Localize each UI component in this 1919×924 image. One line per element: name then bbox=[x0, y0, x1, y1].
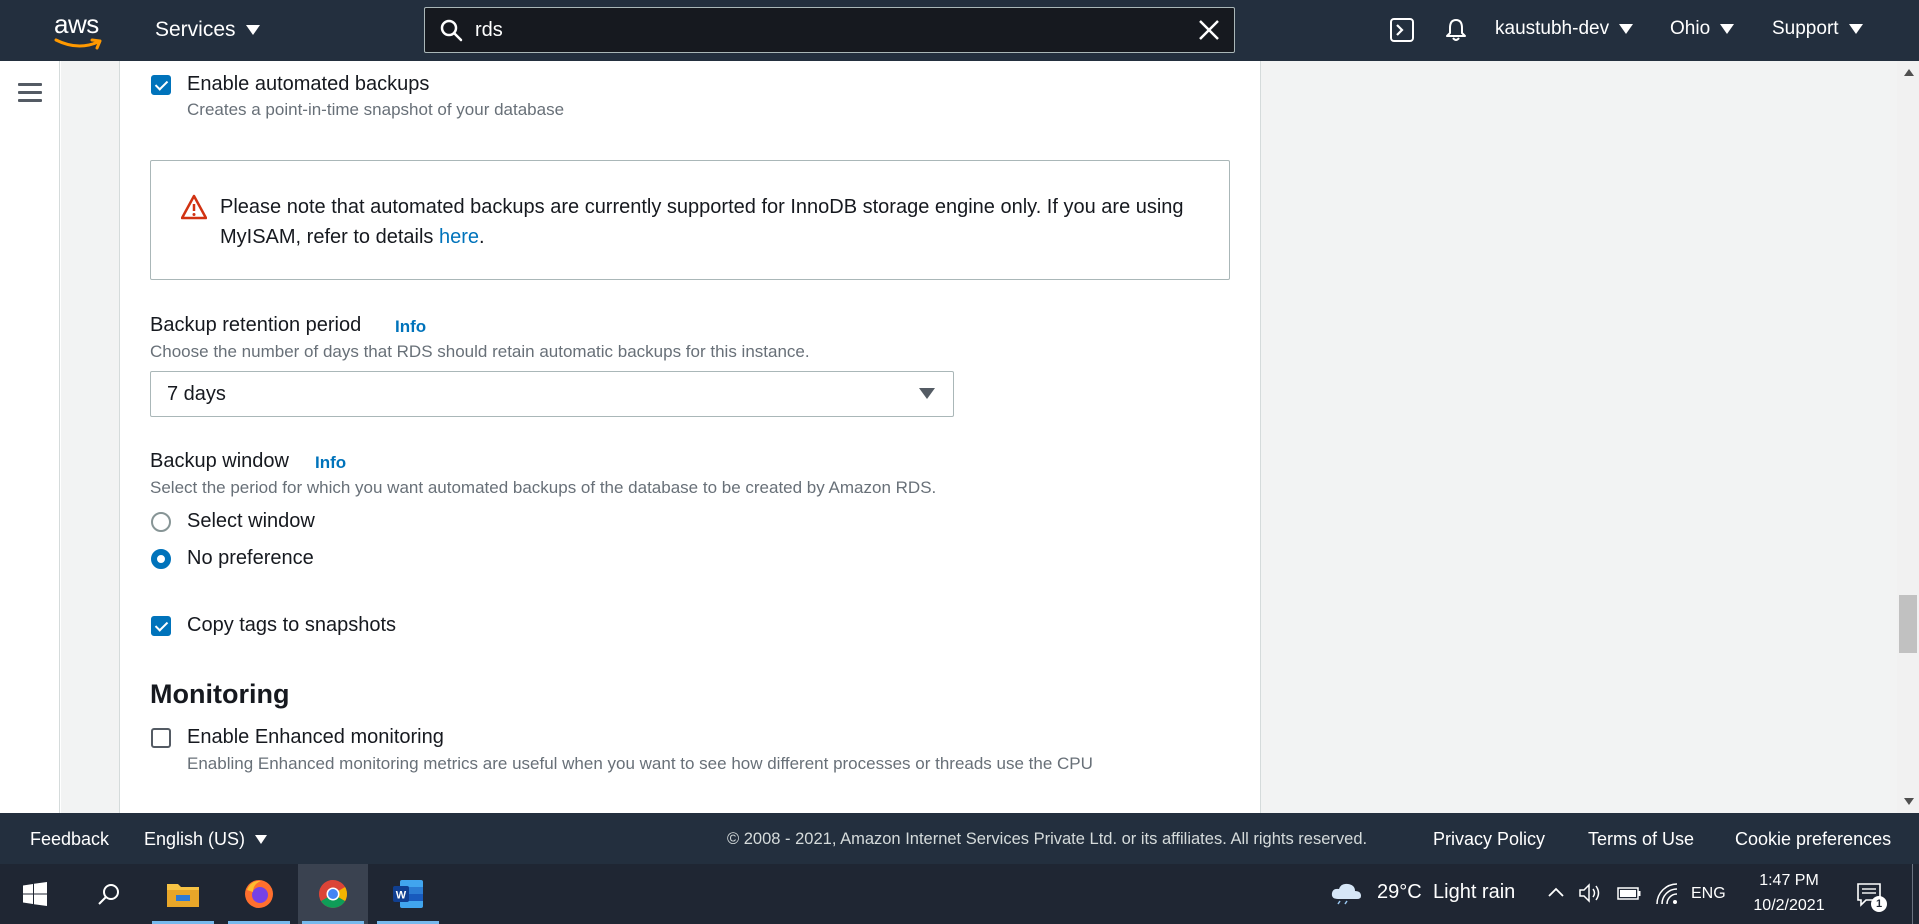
copy-tags-label: Copy tags to snapshots bbox=[187, 614, 397, 636]
support-label: Support bbox=[1772, 18, 1839, 39]
taskbar-firefox[interactable] bbox=[224, 864, 294, 924]
weather-cloud-rain-icon[interactable] bbox=[1330, 881, 1364, 905]
notification-center-button[interactable]: 1 bbox=[1856, 882, 1887, 912]
details-here-link[interactable]: here bbox=[439, 226, 479, 248]
aws-smile-icon bbox=[54, 38, 102, 50]
dropdown-caret-icon bbox=[919, 388, 935, 399]
taskbar-file-explorer[interactable] bbox=[148, 864, 218, 924]
battery-icon[interactable] bbox=[1616, 883, 1642, 903]
start-button[interactable] bbox=[0, 864, 70, 924]
firefox-icon bbox=[245, 880, 273, 908]
backup-retention-select[interactable]: 7 days bbox=[150, 371, 954, 417]
copyright-text: © 2008 - 2021, Amazon Internet Services … bbox=[727, 830, 1368, 848]
copy-tags-checkbox[interactable] bbox=[151, 616, 171, 636]
warning-text: Please note that automated backups are c… bbox=[220, 196, 1184, 248]
volume-icon[interactable] bbox=[1578, 882, 1602, 904]
innodb-warning-alert: Please note that automated backups are c… bbox=[150, 160, 1230, 280]
search-icon bbox=[440, 19, 463, 42]
warning-message: Please note that automated backups are c… bbox=[220, 192, 1210, 252]
scrollbar-thumb[interactable] bbox=[1899, 595, 1917, 653]
warning-text-end: . bbox=[479, 226, 485, 248]
services-menu[interactable]: Services bbox=[155, 18, 260, 42]
windows-logo-icon bbox=[23, 882, 47, 906]
show-desktop-divider[interactable] bbox=[1912, 864, 1913, 924]
notification-count-badge: 1 bbox=[1871, 896, 1887, 912]
caret-down-icon bbox=[245, 25, 260, 35]
backup-retention-description: Choose the number of days that RDS shoul… bbox=[150, 342, 810, 361]
search-box[interactable] bbox=[424, 7, 1235, 53]
privacy-policy-link[interactable]: Privacy Policy bbox=[1433, 829, 1545, 850]
caret-down-icon bbox=[1619, 24, 1634, 34]
enhanced-monitoring-description: Enabling Enhanced monitoring metrics are… bbox=[187, 754, 1093, 773]
left-navigation-rail bbox=[0, 61, 60, 813]
top-navigation: aws Services kaustubh-dev Ohio bbox=[0, 0, 1919, 61]
scroll-up-arrow-icon[interactable] bbox=[1904, 69, 1914, 76]
clock-time[interactable]: 1:47 PM bbox=[1754, 872, 1824, 890]
aws-logo-text: aws bbox=[54, 9, 99, 39]
account-menu[interactable]: kaustubh-dev bbox=[1495, 18, 1634, 40]
account-label: kaustubh-dev bbox=[1495, 18, 1610, 39]
weather-description[interactable]: Light rain bbox=[1433, 881, 1515, 904]
cloudshell-icon[interactable] bbox=[1389, 17, 1415, 43]
caret-down-icon bbox=[255, 835, 268, 844]
menu-hamburger-icon[interactable] bbox=[18, 83, 42, 103]
terms-of-use-link[interactable]: Terms of Use bbox=[1588, 829, 1694, 850]
no-preference-radio[interactable] bbox=[151, 549, 171, 569]
windows-taskbar: W 29°C Light rain ENG 1:47 PM 10/2/2021 … bbox=[0, 864, 1919, 924]
enable-automated-backups-label: Enable automated backups bbox=[187, 73, 430, 95]
backup-retention-value: 7 days bbox=[167, 382, 226, 405]
taskbar-search-button[interactable] bbox=[74, 864, 144, 924]
no-preference-label: No preference bbox=[187, 547, 314, 569]
select-window-radio[interactable] bbox=[151, 512, 171, 532]
region-menu[interactable]: Ohio bbox=[1670, 18, 1735, 40]
clear-search-icon[interactable] bbox=[1198, 19, 1220, 41]
cookie-preferences-link[interactable]: Cookie preferences bbox=[1735, 829, 1891, 850]
select-window-label: Select window bbox=[187, 510, 315, 532]
chrome-icon bbox=[319, 880, 347, 908]
search-icon bbox=[98, 884, 119, 905]
backup-window-label: Backup window bbox=[150, 450, 289, 472]
weather-temperature[interactable]: 29°C bbox=[1377, 881, 1422, 904]
enhanced-monitoring-label: Enable Enhanced monitoring bbox=[187, 726, 444, 748]
console-footer: Feedback English (US) © 2008 - 2021, Ama… bbox=[0, 813, 1919, 864]
enable-automated-backups-description: Creates a point-in-time snapshot of your… bbox=[187, 100, 565, 119]
clock-date[interactable]: 10/2/2021 bbox=[1746, 897, 1832, 915]
retention-info-link[interactable]: Info bbox=[395, 317, 426, 337]
svg-text:W: W bbox=[396, 890, 407, 902]
word-icon: W bbox=[393, 880, 423, 908]
show-hidden-icons-chevron-icon[interactable] bbox=[1547, 886, 1565, 898]
caret-down-icon bbox=[1720, 24, 1735, 34]
services-label: Services bbox=[155, 18, 236, 41]
feedback-link[interactable]: Feedback bbox=[30, 829, 109, 850]
backup-window-description: Select the period for which you want aut… bbox=[150, 478, 937, 497]
input-language[interactable]: ENG bbox=[1691, 885, 1726, 903]
folder-icon bbox=[167, 884, 199, 907]
enhanced-monitoring-checkbox[interactable] bbox=[151, 728, 171, 748]
region-label: Ohio bbox=[1670, 18, 1711, 39]
monitoring-heading: Monitoring bbox=[150, 679, 290, 709]
wifi-icon[interactable] bbox=[1655, 882, 1679, 906]
scroll-down-arrow-icon[interactable] bbox=[1904, 798, 1914, 805]
taskbar-word[interactable]: W bbox=[373, 864, 443, 924]
backup-retention-period-label: Backup retention period bbox=[150, 314, 362, 336]
page-scrollbar[interactable] bbox=[1897, 61, 1919, 813]
support-menu[interactable]: Support bbox=[1772, 18, 1863, 40]
backup-settings-panel: Enable automated backups Creates a point… bbox=[119, 61, 1261, 813]
backup-window-info-link[interactable]: Info bbox=[315, 453, 346, 473]
warning-icon bbox=[181, 194, 207, 220]
language-label: English (US) bbox=[144, 829, 246, 849]
notifications-bell-icon[interactable] bbox=[1443, 17, 1469, 43]
aws-logo[interactable]: aws bbox=[54, 11, 106, 51]
caret-down-icon bbox=[1848, 24, 1863, 34]
taskbar-chrome[interactable] bbox=[298, 864, 368, 924]
language-selector[interactable]: English (US) bbox=[144, 829, 268, 850]
enable-automated-backups-checkbox[interactable] bbox=[151, 75, 171, 95]
search-input[interactable] bbox=[475, 18, 1175, 42]
